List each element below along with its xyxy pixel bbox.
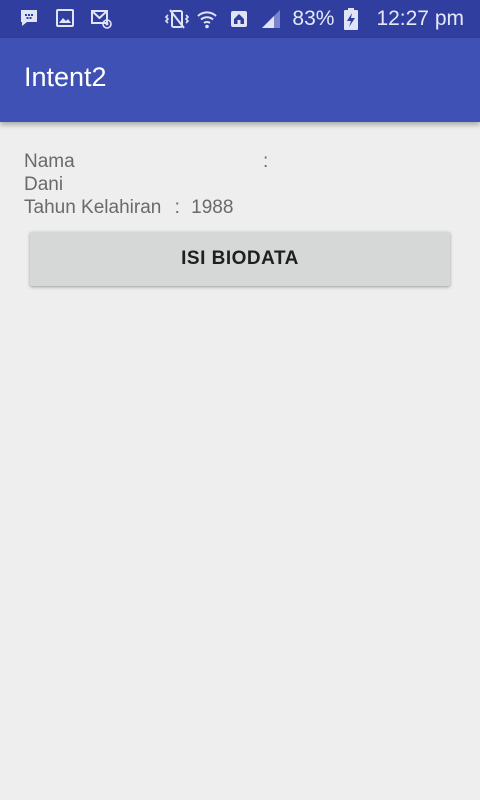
nama-value: Dani: [24, 174, 64, 195]
battery-percent: 83%: [292, 7, 335, 30]
email-icon: [90, 7, 112, 29]
bbm-icon: [18, 7, 40, 29]
system-status: 83% 12:27 pm: [164, 0, 464, 38]
home-signal-icon: [228, 8, 250, 30]
battery-charging-icon: [344, 8, 359, 30]
wifi-icon: [196, 8, 218, 30]
gallery-icon: [54, 7, 76, 29]
status-bar: 83% 12:27 pm: [0, 0, 480, 38]
clock: 12:27 pm: [376, 7, 464, 30]
tahun-label: Tahun Kelahiran: [24, 197, 162, 218]
tahun-value: 1988: [191, 197, 234, 218]
signal-icon: [260, 8, 282, 30]
nama-colon: :: [263, 151, 269, 172]
app-title: Intent2: [24, 62, 107, 92]
app-bar: Intent2: [0, 38, 480, 122]
notification-icons: [18, 7, 112, 29]
vibrate-icon: [164, 8, 190, 30]
nama-row: Nama :: [24, 150, 464, 173]
biodata-content: Nama : Dani Tahun Kelahiran : 1988: [24, 150, 464, 219]
isi-biodata-button[interactable]: ISI BIODATA: [30, 232, 450, 286]
tahun-row: Tahun Kelahiran : 1988: [24, 196, 464, 219]
nama-label: Nama: [24, 151, 75, 172]
nama-value-row: Dani: [24, 173, 464, 196]
tahun-colon: :: [174, 197, 180, 218]
